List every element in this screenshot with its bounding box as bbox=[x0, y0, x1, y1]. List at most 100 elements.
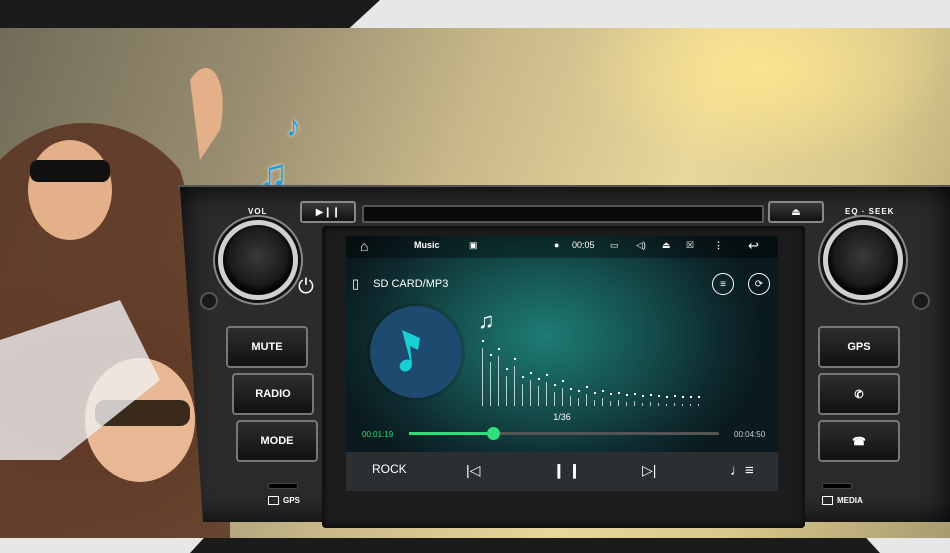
spectrum-peak bbox=[490, 354, 492, 356]
spectrum-peak bbox=[538, 378, 540, 380]
spectrum-visualizer bbox=[482, 336, 708, 406]
spectrum-peak bbox=[618, 392, 620, 394]
spectrum-bar bbox=[682, 404, 683, 406]
spectrum-peak bbox=[482, 340, 484, 342]
home-icon[interactable]: ⌂ bbox=[360, 238, 368, 254]
spectrum-bar bbox=[618, 400, 619, 406]
vol-knob-label: VOL bbox=[248, 207, 268, 216]
power-icon[interactable]: ⏻ bbox=[298, 276, 314, 299]
eject-screen-icon[interactable]: ⏏ bbox=[662, 240, 671, 251]
elapsed-time: 00:01:19 bbox=[362, 430, 394, 439]
spectrum-peak bbox=[530, 372, 532, 374]
spectrum-peak bbox=[674, 395, 676, 397]
spectrum-bar bbox=[562, 388, 563, 406]
repeat-button[interactable]: ⟳ bbox=[748, 273, 770, 295]
gps-button[interactable]: GPS bbox=[818, 326, 900, 368]
eq-preset-button[interactable]: ROCK bbox=[372, 462, 407, 476]
spectrum-peak bbox=[610, 393, 612, 395]
spectrum-bar bbox=[554, 392, 555, 406]
track-counter: 1/36 bbox=[553, 412, 571, 422]
spectrum-bar bbox=[626, 402, 627, 406]
playback-controls: ROCK |◁ ❙ ❙ ▷| ♩≡ bbox=[346, 452, 778, 491]
spectrum-bar bbox=[546, 382, 547, 406]
spectrum-bar bbox=[490, 362, 491, 406]
spectrum-peak bbox=[570, 388, 572, 390]
close-window-icon[interactable]: ☒ bbox=[686, 240, 694, 251]
media-card-slot bbox=[822, 483, 852, 489]
image-icon: ▣ bbox=[469, 240, 478, 250]
volume-knob[interactable] bbox=[218, 220, 298, 300]
music-player-screen: ⌂ Music ▣ ● 00:05 ▭ ◁) ⏏ ☒ ⋮ ↩ ▯ SD CARD… bbox=[346, 236, 778, 491]
play-pause-button[interactable]: ▶❙❙ bbox=[300, 201, 356, 223]
battery-icon: ▭ bbox=[610, 240, 619, 250]
spectrum-bar bbox=[602, 398, 603, 406]
gps-card-slot bbox=[268, 483, 298, 489]
mode-button[interactable]: MODE bbox=[236, 420, 318, 462]
spectrum-bar bbox=[634, 401, 635, 406]
call-answer-button[interactable]: ✆ bbox=[818, 373, 900, 415]
card-icon bbox=[822, 496, 833, 505]
spectrum-bar bbox=[650, 402, 651, 406]
eject-button[interactable]: ⏏ bbox=[768, 201, 824, 223]
spectrum-peak bbox=[594, 392, 596, 394]
seek-bar-fill bbox=[409, 432, 493, 435]
app-title: Music bbox=[414, 240, 440, 250]
spectrum-bar bbox=[594, 400, 595, 406]
clock: 00:05 bbox=[572, 240, 595, 250]
repeat-icon: ⟳ bbox=[754, 278, 764, 290]
equalizer-icon: ≡ bbox=[720, 278, 726, 290]
spectrum-bar bbox=[482, 348, 483, 406]
pause-icon[interactable]: ❙ ❙ bbox=[553, 462, 580, 479]
spectrum-peak bbox=[554, 384, 556, 386]
spectrum-bar bbox=[498, 356, 499, 406]
card-icon bbox=[268, 496, 279, 505]
spectrum-bar bbox=[522, 384, 523, 406]
spectrum-bar bbox=[658, 403, 659, 406]
spectrum-peak bbox=[514, 358, 516, 360]
spectrum-peak bbox=[682, 396, 684, 398]
spectrum-bar bbox=[578, 398, 579, 406]
next-track-icon[interactable]: ▷| bbox=[642, 462, 656, 479]
spectrum-bar bbox=[506, 376, 507, 406]
spectrum-bar bbox=[530, 380, 531, 406]
equalizer-button[interactable]: ≡ bbox=[712, 273, 734, 295]
seek-bar-thumb[interactable] bbox=[486, 427, 500, 440]
spectrum-bar bbox=[674, 403, 675, 406]
eq-seek-knob[interactable] bbox=[823, 220, 903, 300]
spectrum-peak bbox=[650, 394, 652, 396]
spectrum-bar bbox=[642, 403, 643, 406]
album-art bbox=[370, 306, 462, 398]
playlist-icon[interactable]: ♩≡ bbox=[730, 462, 754, 479]
spectrum-bar bbox=[698, 404, 699, 406]
source-row: ▯ SD CARD/MP3 bbox=[352, 276, 448, 292]
sd-card-icon: ▯ bbox=[352, 276, 360, 291]
previous-track-icon[interactable]: |◁ bbox=[466, 462, 480, 479]
spectrum-peak bbox=[578, 390, 580, 392]
eq-seek-knob-label: EQ · SEEK bbox=[845, 207, 895, 216]
top-banner bbox=[0, 0, 950, 28]
mute-button[interactable]: MUTE bbox=[226, 326, 308, 368]
spectrum-peak bbox=[586, 386, 588, 388]
spectrum-peak bbox=[562, 380, 564, 382]
bottom-banner bbox=[0, 538, 950, 553]
call-hangup-button[interactable]: ☎ bbox=[818, 420, 900, 462]
spectrum-bar bbox=[570, 396, 571, 406]
spectrum-peak bbox=[498, 348, 500, 350]
spectrum-peak bbox=[506, 368, 508, 370]
more-options-icon[interactable]: ⋮ bbox=[714, 240, 723, 251]
media-port-text: MEDIA bbox=[837, 496, 863, 505]
album-music-note-icon bbox=[399, 330, 420, 372]
seek-bar[interactable] bbox=[409, 427, 719, 440]
spectrum-bar bbox=[586, 394, 587, 406]
back-icon[interactable]: ↩ bbox=[748, 238, 759, 254]
spectrum-peak bbox=[698, 396, 700, 398]
gps-port-label: GPS bbox=[268, 496, 300, 505]
location-icon: ● bbox=[554, 240, 560, 250]
spectrum-peak bbox=[690, 396, 692, 398]
screw-right bbox=[912, 292, 930, 310]
screw-left bbox=[200, 292, 218, 310]
radio-button[interactable]: RADIO bbox=[232, 373, 314, 415]
phone-hangup-icon: ☎ bbox=[852, 435, 866, 448]
volume-icon[interactable]: ◁) bbox=[636, 240, 646, 251]
phone-answer-icon: ✆ bbox=[854, 388, 864, 401]
